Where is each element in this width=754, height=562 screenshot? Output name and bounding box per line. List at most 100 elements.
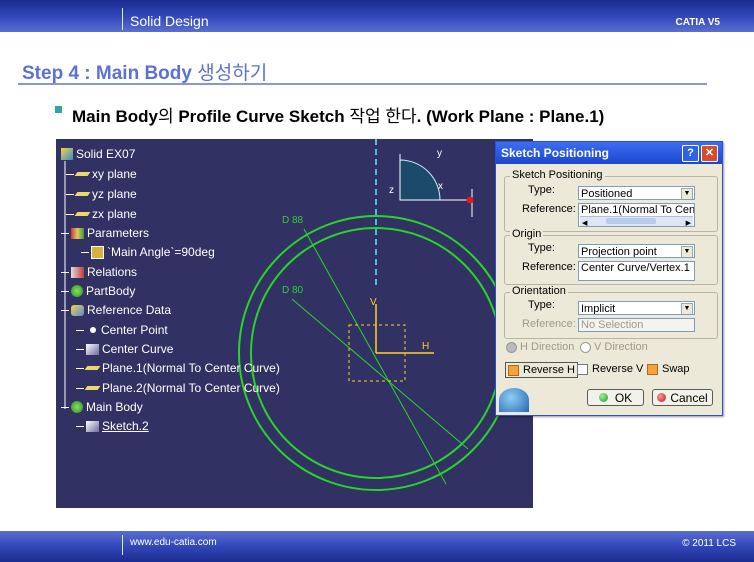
- tree-item-center-point[interactable]: Center Point: [76, 323, 168, 337]
- type-label: Type:: [528, 242, 555, 254]
- orientation-group-label: Orientation: [510, 285, 568, 297]
- tree-item-sketch-2[interactable]: Sketch.2: [76, 419, 149, 433]
- positioning-type-select[interactable]: Positioned ▼: [578, 186, 695, 200]
- dimension-label-88[interactable]: D 88: [282, 215, 304, 226]
- orientation-reference-field[interactable]: No Selection: [578, 318, 695, 332]
- horizontal-scrollbar[interactable]: ◀ ▶: [580, 216, 693, 226]
- tree-item-parameters[interactable]: Parameters: [61, 226, 149, 240]
- catia-viewport[interactable]: D 88 D 80 H V y z x Solid EX07 xy plane: [56, 139, 533, 508]
- chevron-down-icon[interactable]: ▼: [681, 303, 693, 314]
- dimension-label-80[interactable]: D 80: [282, 285, 304, 296]
- tree-item-main-angle[interactable]: `Main Angle`=90deg: [81, 245, 215, 259]
- tree-item-relations[interactable]: Relations: [61, 265, 137, 279]
- tree-item-partbody[interactable]: PartBody: [61, 284, 135, 298]
- plane-icon: [74, 172, 91, 176]
- tree-item-reference-data[interactable]: Reference Data: [61, 303, 171, 317]
- sketch-positioning-dialog: Sketch Positioning ? ✕ Sketch Positionin…: [495, 141, 723, 416]
- desc-part3: Profile Curve Sketch: [178, 107, 350, 126]
- website-link[interactable]: www.edu-catia.com: [130, 537, 217, 548]
- dialog-title: Sketch Positioning: [501, 146, 610, 160]
- v-direction-radio[interactable]: V Direction: [580, 341, 648, 353]
- copyright-text: © 2011 LCS: [682, 538, 736, 549]
- checkbox-icon: [577, 363, 588, 375]
- cancel-label: Cancel: [670, 390, 708, 405]
- radio-icon: [580, 341, 591, 353]
- reverse-v-checkbox[interactable]: Reverse V: [577, 363, 643, 375]
- tree-root-label: Solid EX07: [76, 147, 136, 161]
- h-axis-label: H: [422, 341, 429, 352]
- dialog-titlebar[interactable]: Sketch Positioning ? ✕: [496, 142, 722, 164]
- chevron-down-icon[interactable]: ▼: [681, 246, 693, 257]
- tree-item-center-curve[interactable]: Center Curve: [76, 342, 173, 356]
- scroll-thumb[interactable]: [606, 218, 656, 224]
- compass-icon[interactable]: y z x: [389, 148, 474, 217]
- partbody-icon: [71, 285, 83, 297]
- parameters-icon: [71, 227, 84, 239]
- reference-label: Reference:: [522, 261, 576, 273]
- cancel-button[interactable]: Cancel: [652, 389, 713, 406]
- origin-reference-value: Center Curve/Vertex.1: [581, 262, 690, 274]
- reference-label: Reference:: [522, 318, 576, 330]
- h-direction-label: H Direction: [520, 341, 575, 353]
- tree-item-plane-2[interactable]: Plane.2(Normal To Center Curve): [76, 381, 280, 395]
- dimension-line-80: [291, 298, 469, 450]
- tree-item-label: Center Curve: [102, 342, 174, 356]
- reference-label: Reference:: [522, 203, 576, 215]
- tree-item-plane-1[interactable]: Plane.1(Normal To Center Curve): [76, 361, 280, 375]
- swap-checkbox[interactable]: Swap: [647, 363, 690, 375]
- tree-item-label: PartBody: [86, 284, 136, 298]
- tree-item-xy-plane[interactable]: xy plane: [66, 167, 137, 181]
- origin-type-select[interactable]: Projection point ▼: [578, 244, 695, 258]
- body-icon: [71, 401, 83, 413]
- heading-underline: [18, 83, 707, 85]
- type-label: Type:: [528, 184, 555, 196]
- positioning-type-value: Positioned: [581, 188, 633, 200]
- tree-item-label: `Main Angle`=90deg: [107, 245, 215, 259]
- sketch-icon: [86, 343, 99, 355]
- point-icon: [90, 327, 96, 333]
- chevron-down-icon[interactable]: ▼: [681, 188, 693, 199]
- tree-item-label: xy plane: [92, 167, 137, 181]
- desc-part5: . (Work Plane : Plane.1): [416, 107, 605, 126]
- orientation-type-select[interactable]: Implicit ▼: [578, 301, 695, 315]
- tree-item-main-body[interactable]: Main Body: [61, 400, 143, 414]
- step-heading: Step 4 : Main Body 생성하기: [22, 58, 267, 85]
- ok-icon: [598, 393, 608, 402]
- tree-item-label: Relations: [87, 265, 138, 279]
- tree-item-label: Center Point: [101, 323, 168, 337]
- orientation-reference-value: No Selection: [581, 319, 644, 331]
- plane-icon: [74, 192, 91, 196]
- tree-item-label: Sketch.2: [102, 419, 149, 433]
- tree-item-label: zx plane: [92, 207, 137, 221]
- help-button[interactable]: ?: [682, 145, 699, 162]
- checkbox-icon: [508, 364, 519, 376]
- plane-icon: [84, 366, 101, 370]
- sketch-positioning-group-label: Sketch Positioning: [510, 169, 605, 181]
- close-button[interactable]: ✕: [701, 145, 718, 162]
- reverse-v-label: Reverse V: [592, 363, 644, 375]
- geometrical-set-icon: [71, 304, 84, 316]
- v-axis-label: V: [370, 297, 377, 308]
- reverse-h-label: Reverse H: [523, 364, 575, 376]
- step-heading-korean: 생성하기: [197, 63, 268, 84]
- tree-item-yz-plane[interactable]: yz plane: [66, 187, 137, 201]
- ok-button[interactable]: OK: [587, 389, 644, 406]
- positioning-reference-field[interactable]: Plane.1(Normal To Cen ◀ ▶: [578, 203, 695, 227]
- angle-parameter-icon: [91, 245, 104, 259]
- v-direction-label: V Direction: [594, 341, 648, 353]
- origin-reference-field[interactable]: Center Curve/Vertex.1: [578, 261, 695, 281]
- scroll-left-icon[interactable]: ◀: [582, 217, 587, 226]
- tree-item-zx-plane[interactable]: zx plane: [66, 207, 137, 221]
- reverse-h-checkbox[interactable]: Reverse H: [505, 362, 578, 378]
- relations-icon: [71, 266, 84, 278]
- cancel-icon: [657, 393, 667, 402]
- compass-z-label: z: [389, 185, 394, 196]
- h-direction-radio[interactable]: H Direction: [506, 341, 574, 353]
- radio-icon: [506, 341, 517, 353]
- bullet-icon: [55, 106, 62, 113]
- header-separator: [122, 8, 123, 30]
- plane-icon: [74, 212, 91, 216]
- scroll-right-icon[interactable]: ▶: [686, 217, 691, 226]
- globe-logo-icon: [499, 388, 529, 412]
- tree-root[interactable]: Solid EX07: [61, 147, 135, 161]
